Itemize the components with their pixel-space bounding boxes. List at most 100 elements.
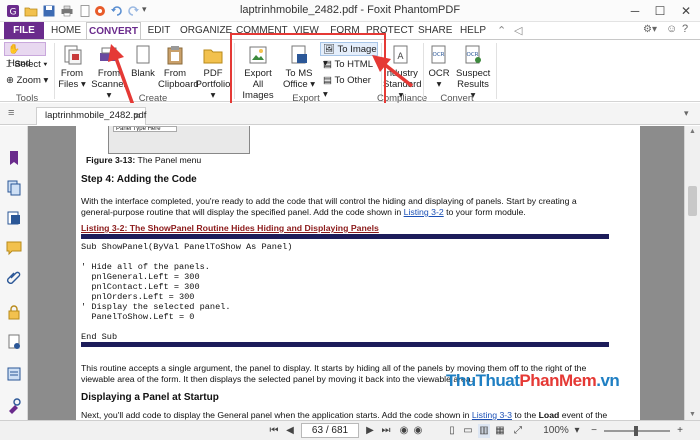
zoom-out-icon[interactable]: −	[588, 424, 600, 438]
bookmark-icon[interactable]	[6, 150, 22, 166]
select-cursor-icon: ⌶	[6, 59, 12, 70]
zoom-icon: ⊕	[6, 75, 14, 86]
previous-page-icon[interactable]: ◀	[284, 424, 296, 438]
tab-share[interactable]: SHARE	[418, 22, 452, 39]
clipboard-icon	[167, 46, 183, 65]
code-line: PanelToShow.Left = 0	[81, 312, 195, 322]
tags-icon[interactable]	[6, 398, 22, 414]
from-files-icon	[64, 45, 82, 65]
attachments-icon[interactable]	[6, 270, 22, 286]
help-icon[interactable]: ?	[682, 23, 688, 35]
first-page-icon[interactable]: ⏮	[268, 424, 280, 438]
zoom-slider-thumb[interactable]	[634, 426, 638, 436]
navigation-pane	[0, 126, 28, 420]
paragraph: With the interface completed, you're rea…	[81, 196, 577, 217]
code-line: pnlContact.Left = 300	[81, 282, 200, 292]
next-view-icon[interactable]: ◉	[412, 424, 424, 438]
watermark: ThuThuatPhanMem.vn	[446, 371, 620, 390]
zoom-tool[interactable]: ⊕ Zoom ▾	[6, 74, 50, 88]
tab-convert[interactable]: CONVERT	[86, 22, 141, 40]
section-heading: Displaying a Panel at Startup	[81, 392, 219, 403]
back-icon[interactable]: ◁	[514, 24, 522, 37]
continuous-facing-icon[interactable]: ▦	[494, 424, 506, 438]
tab-file[interactable]: FILE	[4, 22, 44, 39]
title-bar: G ▾ laptrinhmobile_2482.pdf - Foxit Phan…	[0, 0, 700, 22]
figure-menu-fragment: Panel Type Here	[113, 126, 177, 132]
code-line: ' Hide all of the panels.	[81, 262, 210, 272]
maximize-button[interactable]: ☐	[650, 2, 670, 20]
scroll-up-icon[interactable]: ▲	[689, 128, 696, 135]
content-icon[interactable]	[6, 366, 22, 382]
signatures-icon[interactable]	[6, 334, 22, 350]
listing-title: Listing 3-2: The ShowPanel Routine Hides…	[81, 223, 379, 233]
zoom-in-icon[interactable]: +	[674, 424, 686, 438]
code-line: End Sub	[81, 332, 118, 342]
code-line: Sub ShowPanel(ByVal PanelToShow As Panel…	[81, 242, 293, 252]
suspect-results-icon: OCR	[465, 45, 481, 64]
continuous-icon[interactable]: ▭	[462, 424, 474, 438]
listing-top-rule	[81, 234, 609, 239]
tab-scroll-icon[interactable]: ▾	[684, 108, 689, 119]
from-scanner-button[interactable]: From Scanner ▾	[90, 44, 128, 101]
pdf-portfolio-button[interactable]: PDF Portfolio ▾	[194, 44, 232, 101]
zoom-slider[interactable]	[604, 426, 670, 436]
portfolio-icon	[203, 49, 223, 64]
step-heading: Step 4: Adding the Code	[81, 174, 197, 185]
ocr-icon: OCR	[431, 45, 446, 64]
facing-icon[interactable]: ▥	[478, 424, 490, 438]
listing-link[interactable]: Listing 3-3	[472, 410, 512, 420]
zoom-dropdown-icon[interactable]: ▾	[572, 424, 582, 438]
hand-icon: ✋	[8, 44, 20, 55]
page-number-field[interactable]: 63 / 681	[301, 423, 359, 438]
paragraph: Next, you'll add code to display the Gen…	[81, 410, 609, 420]
fit-icon[interactable]: ⤢	[512, 424, 524, 438]
from-files-button[interactable]: From Files ▾	[56, 44, 88, 90]
figure-caption: Figure 3-13: The Panel menu	[86, 155, 202, 165]
tab-edit[interactable]: EDIT	[144, 22, 174, 39]
listing-bottom-rule	[81, 342, 609, 347]
document-tab-bar: ≡ laptrinhmobile_2482.pdf ✕ ▾	[0, 103, 700, 125]
pages-icon[interactable]	[6, 180, 22, 196]
layers-icon[interactable]	[6, 210, 22, 226]
comments-icon[interactable]	[6, 240, 22, 256]
last-page-icon[interactable]: ⏭	[380, 424, 392, 438]
tab-help[interactable]: HELP	[458, 22, 488, 39]
close-button[interactable]: ✕	[676, 2, 696, 20]
tab-home[interactable]: HOME	[48, 22, 84, 39]
minimize-button[interactable]: ─	[625, 2, 645, 20]
tab-organize[interactable]: ORGANIZE	[180, 22, 232, 39]
single-page-icon[interactable]: ▯	[446, 424, 458, 438]
divider	[496, 43, 497, 99]
scroll-down-icon[interactable]: ▼	[689, 411, 696, 418]
tab-list-icon[interactable]: ≡	[8, 107, 14, 119]
svg-text:OCR: OCR	[433, 52, 445, 58]
security-lock-icon[interactable]	[6, 304, 22, 320]
document-tab[interactable]: laptrinhmobile_2482.pdf ✕	[36, 107, 146, 125]
zoom-level[interactable]: 100%	[542, 424, 570, 438]
svg-text:A: A	[397, 52, 404, 62]
select-tool[interactable]: ⌶ Select ▾	[6, 58, 50, 72]
export-highlight-box	[230, 33, 386, 106]
standard-icon: A	[393, 45, 408, 64]
close-tab-icon[interactable]: ✕	[133, 108, 141, 124]
collapse-ribbon-icon[interactable]: ⌃	[497, 24, 506, 37]
vertical-scrollbar[interactable]: ▲ ▼	[684, 126, 700, 420]
ocr-button[interactable]: OCR OCR ▾	[426, 44, 452, 90]
code-line: pnlOrders.Left = 300	[81, 292, 195, 302]
code-line: pnlGeneral.Left = 300	[81, 272, 200, 282]
svg-text:OCR: OCR	[467, 52, 479, 58]
hand-tool[interactable]: ✋ Hand	[4, 42, 46, 69]
from-clipboard-button[interactable]: From Clipboard	[158, 44, 199, 90]
find-options-icon[interactable]: ⚙▾	[643, 24, 657, 35]
next-page-icon[interactable]: ▶	[364, 424, 376, 438]
previous-view-icon[interactable]: ◉	[398, 424, 410, 438]
status-bar: ⏮ ◀ 63 / 681 ▶ ⏭ ◉ ◉ ▯ ▭ ▥ ▦ ⤢ 100% ▾ − …	[0, 420, 700, 440]
user-icon[interactable]: ☺	[666, 23, 677, 35]
code-line: ' Display the selected panel.	[81, 302, 231, 312]
figure-image: Panel Type Here	[108, 126, 250, 154]
blank-button[interactable]: Blank	[130, 44, 156, 79]
divider	[423, 43, 424, 99]
scroll-thumb[interactable]	[688, 186, 697, 216]
scanner-icon	[100, 47, 118, 61]
listing-link[interactable]: Listing 3-2	[404, 207, 444, 217]
